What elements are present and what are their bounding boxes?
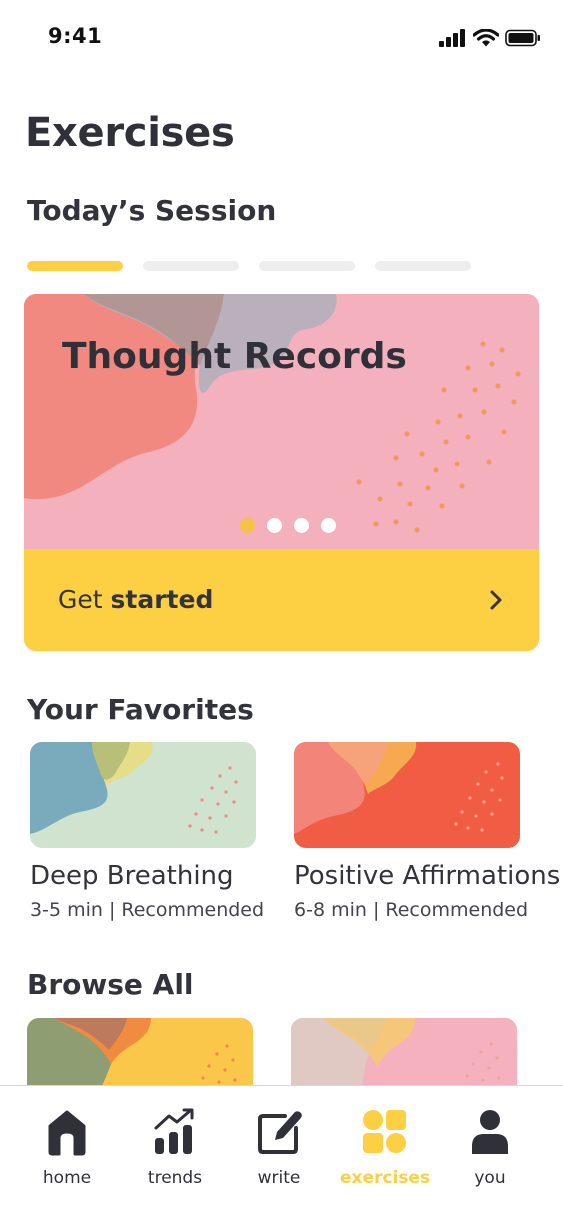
battery-icon xyxy=(505,29,540,47)
carousel-dot[interactable] xyxy=(240,518,255,533)
progress-segment xyxy=(27,261,123,271)
wifi-icon xyxy=(473,29,499,47)
status-icons xyxy=(439,29,541,47)
bottom-tab-bar: home trends write exercises you xyxy=(0,1085,563,1218)
progress-segment xyxy=(143,261,239,271)
favorite-name: Deep Breathing xyxy=(30,861,234,891)
tab-home[interactable]: home xyxy=(22,1106,112,1188)
get-started-bold: started xyxy=(110,585,214,614)
trends-icon xyxy=(154,1108,194,1154)
session-card-artwork xyxy=(24,294,539,549)
cellular-signal-icon xyxy=(439,29,465,47)
get-started-prefix: Get xyxy=(58,585,111,614)
get-started-button[interactable]: Get started xyxy=(24,549,539,651)
tab-label: home xyxy=(42,1168,92,1188)
favorite-card-deep-breathing[interactable]: Deep Breathing 3-5 min | Recommended xyxy=(30,742,265,921)
tab-label: you xyxy=(474,1168,506,1188)
tab-exercises[interactable]: exercises xyxy=(340,1106,430,1188)
session-progress xyxy=(27,261,471,271)
carousel-pagination[interactable] xyxy=(240,518,336,533)
profile-icon xyxy=(472,1110,508,1154)
tab-label: trends xyxy=(147,1168,203,1188)
favorite-artwork xyxy=(294,742,520,848)
status-bar: 9:41 xyxy=(0,0,563,80)
favorite-meta: 6-8 min | Recommended xyxy=(294,899,529,921)
exercises-icon xyxy=(363,1110,406,1153)
session-card[interactable]: Thought Records Get started xyxy=(24,294,539,651)
home-icon xyxy=(48,1110,86,1156)
session-card-title: Thought Records xyxy=(62,336,407,377)
tab-label: exercises xyxy=(340,1168,431,1188)
favorite-artwork xyxy=(30,742,256,848)
favorite-thumbnail xyxy=(30,742,256,848)
progress-segment xyxy=(375,261,471,271)
chevron-right-icon xyxy=(490,590,502,610)
favorite-name: Positive Affirmations xyxy=(294,861,561,891)
browse-artwork xyxy=(291,1018,517,1088)
tab-label: write xyxy=(257,1168,301,1188)
browse-card[interactable] xyxy=(27,1018,253,1088)
get-started-label: Get started xyxy=(58,585,213,614)
browse-section-title: Browse All xyxy=(27,968,194,1001)
progress-segment xyxy=(259,261,355,271)
tab-trends[interactable]: trends xyxy=(130,1106,220,1188)
tab-you[interactable]: you xyxy=(445,1106,535,1188)
favorite-thumbnail xyxy=(294,742,520,848)
carousel-dot[interactable] xyxy=(321,518,336,533)
favorite-meta: 3-5 min | Recommended xyxy=(30,899,265,921)
carousel-dot[interactable] xyxy=(294,518,309,533)
browse-card[interactable] xyxy=(291,1018,517,1088)
browse-artwork xyxy=(27,1018,253,1088)
page-title: Exercises xyxy=(25,110,235,156)
favorite-card-positive-affirmations[interactable]: Positive Affirmations 6-8 min | Recommen… xyxy=(294,742,561,921)
favorites-section-title: Your Favorites xyxy=(27,693,254,726)
write-icon xyxy=(258,1111,302,1154)
session-section-title: Today’s Session xyxy=(27,194,277,227)
tab-write[interactable]: write xyxy=(234,1106,324,1188)
status-time: 9:41 xyxy=(48,24,103,48)
carousel-dot[interactable] xyxy=(267,518,282,533)
